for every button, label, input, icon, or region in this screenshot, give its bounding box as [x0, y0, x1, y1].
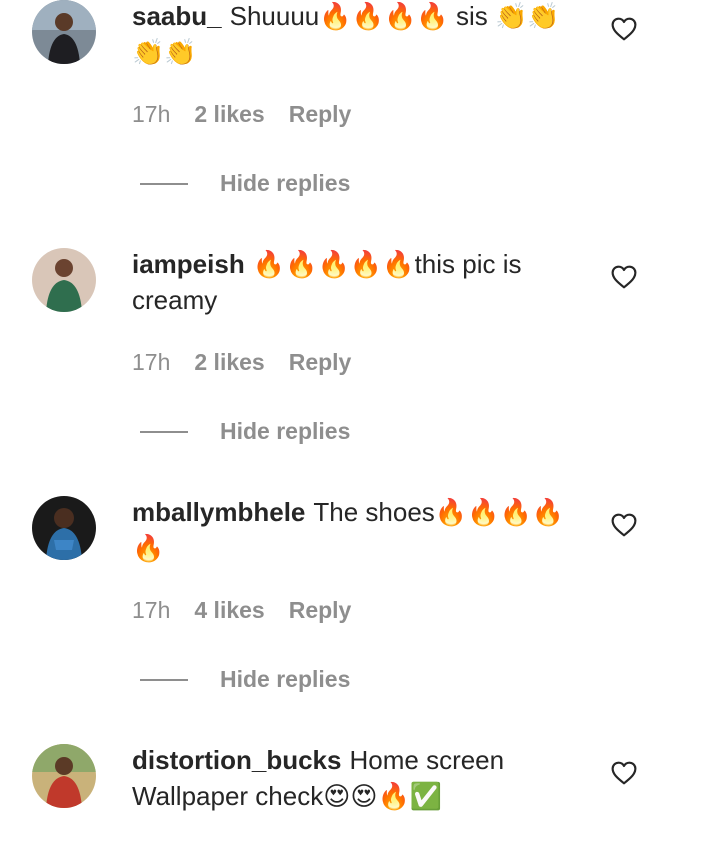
comment-text: distortion_bucks Home screen Wallpaper ch…: [132, 742, 572, 814]
comment-item: iampeish 🔥🔥🔥🔥🔥this pic is creamy 17h 2 li…: [0, 248, 720, 496]
comment-username[interactable]: saabu_: [132, 1, 222, 31]
comment-text: saabu_ Shuuuu🔥🔥🔥🔥 sis 👏👏👏👏: [132, 0, 572, 70]
heart-outline-icon[interactable]: [611, 265, 637, 289]
comment-time: 17h: [132, 597, 171, 623]
heart-outline-icon[interactable]: [611, 513, 637, 537]
avatar[interactable]: [32, 496, 96, 560]
comment-text: iampeish 🔥🔥🔥🔥🔥this pic is creamy: [132, 246, 572, 318]
reply-button[interactable]: Reply: [289, 101, 352, 128]
avatar[interactable]: [32, 248, 96, 312]
comment-item: saabu_ Shuuuu🔥🔥🔥🔥 sis 👏👏👏👏 17h 2 likes Re…: [0, 0, 720, 248]
hide-replies-button[interactable]: Hide replies: [140, 170, 350, 197]
divider-line: [140, 678, 188, 681]
comment-likes[interactable]: 4 likes: [194, 597, 264, 624]
hide-replies-button[interactable]: Hide replies: [140, 666, 350, 693]
comment-text: mballymbhele The shoes🔥🔥🔥🔥🔥: [132, 494, 572, 566]
hide-replies-label: Hide replies: [220, 418, 351, 444]
comment-time: 17h: [132, 101, 171, 127]
hide-replies-label: Hide replies: [220, 170, 351, 196]
comment-likes[interactable]: 2 likes: [194, 349, 264, 376]
comment-likes[interactable]: 2 likes: [194, 101, 264, 128]
comment-username[interactable]: mballymbhele: [132, 497, 305, 527]
comment-username[interactable]: iampeish: [132, 249, 245, 279]
comment-meta: 17h 4 likes Reply: [132, 597, 351, 624]
reply-button[interactable]: Reply: [289, 349, 352, 376]
comment-time: 17h: [132, 349, 171, 375]
reply-button[interactable]: Reply: [289, 597, 352, 624]
comment-meta: 17h 2 likes Reply: [132, 101, 351, 128]
avatar[interactable]: [32, 0, 96, 64]
comment-meta: 17h 2 likes Reply: [132, 349, 351, 376]
hide-replies-label: Hide replies: [220, 666, 351, 692]
avatar[interactable]: [32, 744, 96, 808]
comment-username[interactable]: distortion_bucks: [132, 745, 341, 775]
hide-replies-button[interactable]: Hide replies: [140, 418, 350, 445]
heart-outline-icon[interactable]: [611, 761, 637, 785]
comment-item: distortion_bucks Home screen Wallpaper ch…: [0, 744, 720, 848]
divider-line: [140, 182, 188, 185]
comment-item: mballymbhele The shoes🔥🔥🔥🔥🔥 17h 4 likes R…: [0, 496, 720, 744]
heart-outline-icon[interactable]: [611, 17, 637, 41]
divider-line: [140, 430, 188, 433]
